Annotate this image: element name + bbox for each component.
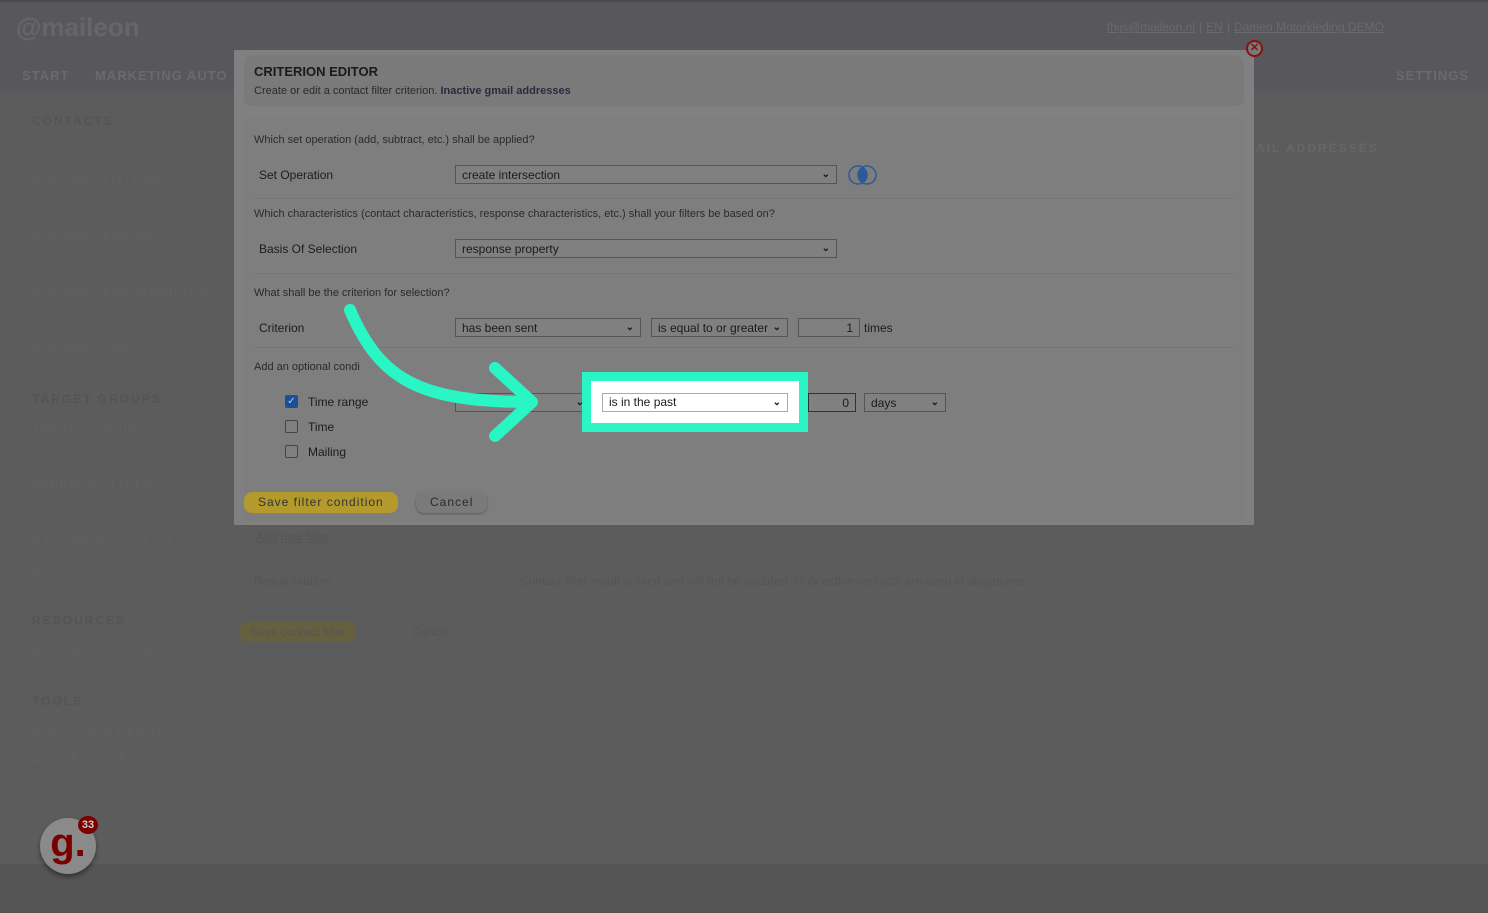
time-range-checkbox[interactable]: ✓ [285, 395, 298, 408]
sidebar-heading: TARGET GROUPS [32, 392, 162, 406]
nav-marketing[interactable]: MARKETING AUTO [95, 68, 227, 83]
mailing-checkbox[interactable] [285, 445, 298, 458]
set-operation-select[interactable]: create intersection ⌄ [455, 165, 837, 184]
sidebar-item[interactable]: CONTACT PREFERENCES [32, 287, 208, 299]
time-label: Time [308, 420, 335, 434]
criterion-value: has been sent [462, 320, 538, 335]
intersection-icon [848, 165, 877, 185]
divider [254, 273, 1234, 274]
set-question: Which set operation (add, subtract, etc.… [254, 134, 535, 146]
badge-count: 33 [78, 816, 98, 834]
sidebar-item[interactable]: BLOCKLISTS [32, 564, 120, 576]
chevron-down-icon: ⌄ [625, 322, 634, 333]
sidebar-item[interactable]: GDPR DATA REQUEST [32, 726, 184, 738]
optional-question: Add an optional condi [254, 361, 360, 373]
basis-label: Basis Of Selection [259, 242, 358, 256]
chevron-down-icon: ⌄ [821, 169, 830, 180]
sidebar-item[interactable]: CONTACT FILTERS [32, 174, 162, 186]
time-relation-select[interactable]: is in the past ⌄ [602, 392, 788, 412]
chevron-down-icon: ⌄ [772, 396, 781, 408]
sidebar-item[interactable]: DATA EXTENSIONS [32, 645, 163, 657]
close-icon[interactable]: ✕ [1246, 40, 1263, 57]
time-range-label: Time range [308, 395, 369, 409]
basis-question: Which characteristics (contact character… [254, 208, 775, 220]
modal-subtitle: Create or edit a contact filter criterio… [254, 85, 571, 97]
divider [254, 347, 1234, 348]
nav-start[interactable]: START [22, 68, 69, 83]
time-checkbox[interactable] [285, 420, 298, 433]
chevron-down-icon: ⌄ [772, 322, 781, 333]
time-amount-value: 0 [842, 395, 849, 410]
comparison-value: is equal to or greater [658, 320, 769, 335]
result-fixation-text: Contact filter result is fixed and will … [520, 574, 1025, 588]
chevron-down-icon: ⌄ [930, 397, 939, 408]
user-email[interactable]: thijs@maileon.nl [1107, 20, 1195, 34]
user-meta: thijs@maileon.nl | EN | Damen Motorkleding D… [1106, 20, 1384, 34]
mailing-label: Mailing [308, 445, 347, 459]
sidebar-heading: CONTACTS [32, 114, 114, 128]
basis-select[interactable]: response property ⌄ [455, 239, 837, 258]
sidebar-item[interactable]: TEST LISTS [32, 451, 114, 463]
footer-links[interactable]: Contact | Terms of use | Imprint | Priva… [16, 886, 195, 897]
sidebar-item[interactable]: MAILING BLOCKLISTS [32, 536, 184, 548]
time-unit-select[interactable]: days ⌄ [864, 393, 946, 412]
sidebar-item[interactable]: ADDRESSCHECK [32, 754, 148, 766]
sidebar-item[interactable]: APPROVAL LISTS [32, 479, 152, 491]
criterion-question: What shall be the criterion for selectio… [254, 287, 450, 299]
set-operation-value: create intersection [462, 167, 561, 182]
filter-name: Inactive gmail addresses [440, 85, 571, 97]
save-contact-filter-button[interactable]: Save contact filter [240, 622, 356, 642]
count-input[interactable]: 1 [798, 318, 860, 337]
set-operation-label: Set Operation [259, 168, 334, 182]
highlight-inner: is in the past ⌄ [591, 381, 799, 423]
sidebar-item[interactable]: CONTACTS [32, 146, 108, 158]
time-relation-value: is in the past [609, 395, 677, 409]
divider [254, 198, 1234, 199]
sidebar-item[interactable]: DEFAULT LISTS [32, 507, 140, 519]
time-range-type-select[interactable]: ⌄ [455, 393, 591, 412]
subtitle-text: Create or edit a contact filter criterio… [254, 85, 438, 97]
language-link[interactable]: EN [1206, 20, 1223, 34]
criterion-editor-modal: CRITERION EDITOR Create or edit a contac… [234, 50, 1254, 525]
logo: @maileon [16, 12, 140, 42]
account-link[interactable]: Damen Motorkleding DEMO [1234, 20, 1384, 34]
time-unit-value: days [871, 395, 897, 410]
chevron-down-icon: ⌄ [821, 243, 830, 254]
sidebar-item[interactable]: CONTACT FIELDS [32, 259, 154, 271]
modal-title: CRITERION EDITOR [254, 64, 378, 79]
result-fixation-label: Result fixation [254, 574, 330, 588]
criterion-select[interactable]: has been sent ⌄ [455, 318, 641, 337]
criterion-label: Criterion [259, 321, 305, 335]
add-filter-link[interactable]: Add new filter [256, 530, 329, 544]
save-filter-condition-button[interactable]: Save filter condition [244, 492, 398, 513]
modal-header: CRITERION EDITOR Create or edit a contac… [244, 55, 1244, 106]
sidebar-heading: TOOLS [32, 694, 84, 708]
count-value: 1 [846, 320, 853, 335]
highlight-box: is in the past ⌄ [582, 372, 808, 432]
footer: Contact | Terms of use | Imprint | Priva… [0, 864, 1488, 913]
sidebar-item[interactable]: CONTACT EXPORT [32, 231, 160, 243]
bg-cancel-button[interactable]: Cancel [412, 625, 449, 639]
sidebar-item[interactable]: TARGET GROUPS [32, 424, 152, 436]
sidebar-item[interactable]: CONTACT IMPORT [32, 203, 158, 215]
bg-section-title: AIL ADDRESSES [1256, 141, 1379, 155]
sidebar-heading: RESOURCES [32, 613, 127, 627]
modal-body: Which set operation (add, subtract, etc.… [244, 118, 1244, 522]
sidebar-item[interactable]: CONTACT EVENTS [32, 315, 159, 327]
comparison-select[interactable]: is equal to or greater ⌄ [651, 318, 788, 337]
cancel-button[interactable]: Cancel [416, 492, 488, 513]
count-unit: times [864, 321, 893, 335]
basis-value: response property [462, 241, 559, 256]
sidebar-item[interactable]: CONTACT JOBS [32, 343, 140, 355]
nav-settings[interactable]: SETTINGS [1396, 68, 1469, 83]
time-amount-input[interactable]: 0 [808, 393, 856, 412]
